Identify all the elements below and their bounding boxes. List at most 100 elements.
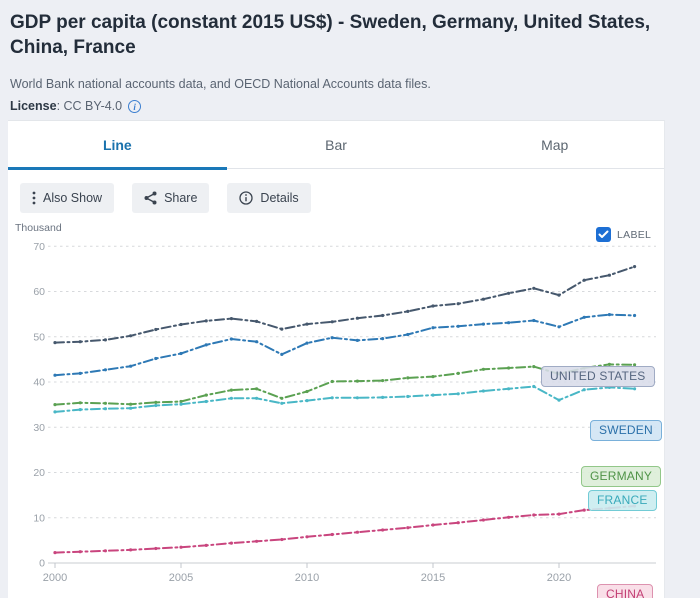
- data-point[interactable]: [230, 317, 233, 320]
- data-point[interactable]: [557, 325, 560, 328]
- data-point[interactable]: [154, 404, 157, 407]
- data-point[interactable]: [356, 339, 359, 342]
- data-point[interactable]: [608, 274, 611, 277]
- data-point[interactable]: [583, 388, 586, 391]
- data-point[interactable]: [633, 265, 636, 268]
- data-point[interactable]: [482, 389, 485, 392]
- data-point[interactable]: [53, 403, 56, 406]
- data-point[interactable]: [557, 294, 560, 297]
- data-point[interactable]: [280, 397, 283, 400]
- data-point[interactable]: [381, 337, 384, 340]
- data-point[interactable]: [129, 548, 132, 551]
- data-point[interactable]: [457, 372, 460, 375]
- data-point[interactable]: [280, 328, 283, 331]
- data-point[interactable]: [381, 314, 384, 317]
- data-point[interactable]: [406, 376, 409, 379]
- data-point[interactable]: [557, 513, 560, 516]
- data-point[interactable]: [457, 302, 460, 305]
- data-point[interactable]: [154, 357, 157, 360]
- data-point[interactable]: [532, 365, 535, 368]
- data-point[interactable]: [482, 368, 485, 371]
- data-point[interactable]: [406, 526, 409, 529]
- data-point[interactable]: [482, 298, 485, 301]
- data-point[interactable]: [482, 323, 485, 326]
- data-point[interactable]: [532, 385, 535, 388]
- data-point[interactable]: [431, 523, 434, 526]
- data-point[interactable]: [381, 396, 384, 399]
- data-point[interactable]: [633, 314, 636, 317]
- data-point[interactable]: [205, 319, 208, 322]
- data-point[interactable]: [255, 540, 258, 543]
- tab-bar[interactable]: Bar: [227, 121, 446, 168]
- data-point[interactable]: [331, 533, 334, 536]
- also-show-button[interactable]: Also Show: [20, 183, 114, 213]
- data-point[interactable]: [205, 544, 208, 547]
- data-point[interactable]: [79, 408, 82, 411]
- tab-map[interactable]: Map: [445, 121, 664, 168]
- data-point[interactable]: [129, 334, 132, 337]
- data-point[interactable]: [457, 521, 460, 524]
- data-point[interactable]: [457, 392, 460, 395]
- data-point[interactable]: [507, 366, 510, 369]
- data-point[interactable]: [406, 333, 409, 336]
- data-point[interactable]: [104, 549, 107, 552]
- data-point[interactable]: [230, 397, 233, 400]
- data-point[interactable]: [406, 395, 409, 398]
- data-point[interactable]: [532, 513, 535, 516]
- data-point[interactable]: [230, 389, 233, 392]
- series-label-germany[interactable]: GERMANY: [581, 466, 661, 487]
- data-point[interactable]: [633, 387, 636, 390]
- data-point[interactable]: [356, 380, 359, 383]
- details-button[interactable]: Details: [227, 183, 310, 213]
- data-point[interactable]: [431, 375, 434, 378]
- data-point[interactable]: [205, 394, 208, 397]
- data-point[interactable]: [205, 400, 208, 403]
- data-point[interactable]: [230, 337, 233, 340]
- data-point[interactable]: [583, 509, 586, 512]
- label-checkbox[interactable]: LABEL: [596, 227, 651, 242]
- data-point[interactable]: [331, 336, 334, 339]
- data-point[interactable]: [104, 338, 107, 341]
- data-point[interactable]: [507, 321, 510, 324]
- data-point[interactable]: [331, 380, 334, 383]
- data-point[interactable]: [53, 410, 56, 413]
- series-label-united-states[interactable]: UNITED STATES: [541, 366, 655, 387]
- data-point[interactable]: [532, 287, 535, 290]
- data-point[interactable]: [305, 342, 308, 345]
- data-point[interactable]: [280, 353, 283, 356]
- data-point[interactable]: [356, 396, 359, 399]
- data-point[interactable]: [381, 528, 384, 531]
- license-info-icon[interactable]: i: [128, 100, 141, 113]
- data-point[interactable]: [79, 401, 82, 404]
- data-point[interactable]: [255, 387, 258, 390]
- data-point[interactable]: [356, 531, 359, 534]
- data-point[interactable]: [507, 387, 510, 390]
- data-point[interactable]: [305, 535, 308, 538]
- series-line-united-states[interactable]: [55, 267, 635, 343]
- data-point[interactable]: [154, 401, 157, 404]
- data-point[interactable]: [129, 403, 132, 406]
- data-point[interactable]: [79, 550, 82, 553]
- data-point[interactable]: [305, 399, 308, 402]
- data-point[interactable]: [305, 390, 308, 393]
- data-point[interactable]: [255, 340, 258, 343]
- data-point[interactable]: [255, 320, 258, 323]
- data-point[interactable]: [205, 343, 208, 346]
- data-point[interactable]: [532, 319, 535, 322]
- data-point[interactable]: [280, 402, 283, 405]
- checkbox-checked-icon[interactable]: [596, 227, 611, 242]
- data-point[interactable]: [179, 352, 182, 355]
- data-point[interactable]: [406, 310, 409, 313]
- series-label-china[interactable]: CHINA: [597, 584, 653, 598]
- series-label-france[interactable]: FRANCE: [588, 490, 657, 511]
- data-point[interactable]: [79, 340, 82, 343]
- data-point[interactable]: [431, 394, 434, 397]
- data-point[interactable]: [179, 403, 182, 406]
- data-point[interactable]: [104, 368, 107, 371]
- data-point[interactable]: [179, 546, 182, 549]
- data-point[interactable]: [608, 313, 611, 316]
- data-point[interactable]: [53, 374, 56, 377]
- data-point[interactable]: [431, 326, 434, 329]
- data-point[interactable]: [356, 317, 359, 320]
- tab-line[interactable]: Line: [8, 121, 227, 168]
